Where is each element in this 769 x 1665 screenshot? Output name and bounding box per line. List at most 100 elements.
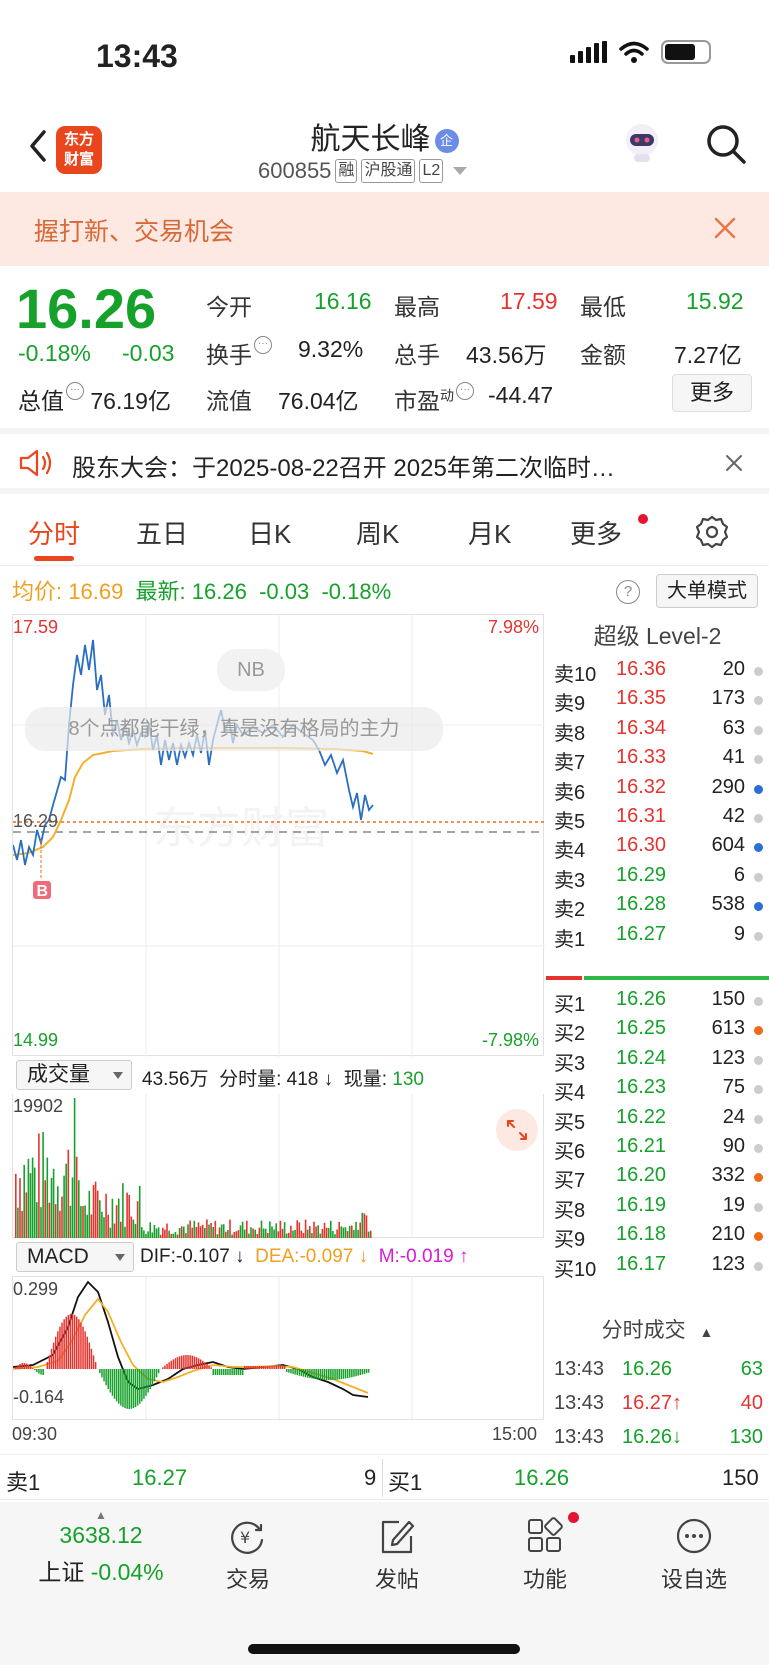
tab-daily-k[interactable]: 日K	[248, 514, 291, 551]
macd-selector[interactable]: MACD	[16, 1242, 134, 1272]
nav-add-watchlist[interactable]: 设自选	[634, 1516, 754, 1594]
bid-row[interactable]: 买1 16.26 150	[546, 988, 769, 1019]
volume-bar	[101, 1211, 103, 1238]
macd-bar	[332, 1369, 334, 1380]
chevron-down-icon[interactable]	[453, 167, 468, 175]
tab-intraday[interactable]: 分时	[28, 514, 80, 551]
macd-bar	[36, 1369, 38, 1373]
macd-bar	[309, 1369, 311, 1379]
bid-row[interactable]: 买8 16.19 19	[546, 1194, 769, 1225]
search-icon[interactable]	[704, 122, 748, 166]
robot-assistant-icon[interactable]	[618, 118, 666, 166]
close-icon[interactable]	[709, 212, 741, 244]
volume-chart[interactable]: 19902	[12, 1094, 544, 1238]
level2-title[interactable]: 超级 Level-2	[546, 614, 769, 658]
tab-five-day[interactable]: 五日	[136, 514, 188, 551]
ask-row[interactable]: 卖9 16.35 173	[546, 687, 769, 718]
nb-bubble[interactable]: NB	[217, 649, 285, 691]
volume-bar	[317, 1225, 319, 1238]
macd-bar	[212, 1369, 214, 1375]
ask-row[interactable]: 卖6 16.32 290	[546, 776, 769, 807]
volume-bar	[302, 1232, 305, 1238]
intraday-chart[interactable]: 东方财富 B 17.59 7.98% 14.99 -7.98% 16.29 NB…	[12, 614, 545, 1057]
nav-functions[interactable]: 功能	[485, 1516, 605, 1594]
level-label: 买9	[554, 1229, 586, 1252]
svg-text:¥: ¥	[240, 1528, 250, 1547]
stock-name: 航天长峰	[310, 123, 431, 156]
bid-row[interactable]: 买6 16.21 90	[546, 1135, 769, 1166]
more-button[interactable]: 更多	[672, 374, 752, 412]
macd-bar	[231, 1369, 233, 1375]
macd-bar	[237, 1369, 240, 1375]
bid-row[interactable]: 买5 16.22 24	[546, 1106, 769, 1137]
buy-marker[interactable]: B	[37, 883, 49, 900]
current-price: 16.26	[16, 277, 157, 340]
volume-total: 43.56万	[142, 1069, 209, 1090]
ask-row[interactable]: 卖4 16.30 604	[546, 834, 769, 865]
help-icon[interactable]: ?	[616, 580, 640, 604]
macd-bar	[334, 1369, 336, 1380]
total-value-number: 76.19亿	[90, 388, 171, 414]
macd-bar	[294, 1369, 296, 1375]
macd-bar	[254, 1366, 256, 1369]
level-price: 16.17	[616, 1252, 667, 1275]
volume-selector[interactable]: 成交量	[16, 1060, 132, 1090]
macd-bar	[120, 1369, 122, 1406]
bid-row[interactable]: 买3 16.24 123	[546, 1047, 769, 1078]
promo-banner[interactable]: 握打新、交易机会	[0, 192, 769, 266]
level-price: 16.23	[616, 1076, 667, 1099]
macd-bar	[223, 1369, 225, 1375]
tick-time: 13:43	[554, 1426, 605, 1448]
volume-bar	[94, 1181, 97, 1238]
macd-selector-label: MACD	[27, 1245, 89, 1268]
notice-bar[interactable]: 股东大会：于2025-08-22召开 2025年第二次临时…	[0, 428, 769, 494]
bid-row[interactable]: 买2 16.25 613	[546, 1017, 769, 1048]
tab-weekly-k[interactable]: 周K	[356, 514, 399, 551]
macd-bar	[233, 1369, 235, 1375]
macd-bar	[132, 1369, 135, 1409]
volume-bar	[210, 1222, 212, 1238]
low-value: 15.92	[686, 288, 744, 314]
big-order-mode-button[interactable]: 大单模式	[656, 574, 758, 608]
bid-row[interactable]: 买7 16.20 332	[546, 1164, 769, 1195]
ask-row[interactable]: 卖2 16.28 538	[546, 893, 769, 924]
ask-row[interactable]: 卖8 16.34 63	[546, 717, 769, 748]
index-widget[interactable]: ▲ 3638.12 上证 -0.04%	[26, 1508, 176, 1587]
tab-monthly-k[interactable]: 月K	[468, 514, 511, 551]
info-icon[interactable]: ···	[456, 382, 474, 400]
gear-icon[interactable]	[694, 514, 730, 550]
macd-bar	[126, 1369, 128, 1409]
nav-post[interactable]: 发帖	[337, 1516, 457, 1594]
expand-icon[interactable]	[495, 1108, 539, 1152]
macd-bar	[157, 1369, 160, 1374]
ticks-title[interactable]: 分时成交 ▲	[546, 1314, 769, 1354]
stock-code-line[interactable]: 600855 融 沪股通 L2	[258, 158, 468, 184]
chevron-down-icon	[113, 1072, 123, 1079]
comment-bubble[interactable]: 8个点都能干绿，真是没有格局的主力	[25, 707, 443, 751]
ask-row[interactable]: 卖1 16.27 9	[546, 923, 769, 954]
home-indicator	[248, 1644, 520, 1654]
close-icon[interactable]	[723, 452, 745, 474]
volume-bar	[199, 1226, 202, 1238]
bid-row[interactable]: 买10 16.17 123	[546, 1253, 769, 1284]
volume-bar	[42, 1131, 44, 1238]
macd-bar	[86, 1336, 88, 1369]
macd-bar	[300, 1369, 303, 1377]
info-icon[interactable]: ···	[254, 336, 272, 354]
ask-row[interactable]: 卖10 16.36 20	[546, 658, 769, 689]
macd-chart[interactable]: 0.299 -0.164	[12, 1276, 544, 1421]
bid-row[interactable]: 买9 16.18 210	[546, 1223, 769, 1254]
ask-row[interactable]: 卖5 16.31 42	[546, 805, 769, 836]
info-icon[interactable]: ···	[66, 382, 84, 400]
notification-dot	[638, 514, 648, 524]
bid-row[interactable]: 买4 16.23 75	[546, 1076, 769, 1107]
macd-bar	[311, 1369, 313, 1379]
nav-trade[interactable]: ¥ 交易	[188, 1516, 308, 1594]
tab-more[interactable]: 更多	[570, 514, 622, 551]
macd-bar	[42, 1369, 44, 1375]
ask-row[interactable]: 卖3 16.29 6	[546, 864, 769, 895]
ask-row[interactable]: 卖7 16.33 41	[546, 746, 769, 777]
volume-value: 43.56万	[466, 342, 547, 368]
macd-bar	[344, 1369, 347, 1379]
volume-bar	[288, 1232, 290, 1238]
